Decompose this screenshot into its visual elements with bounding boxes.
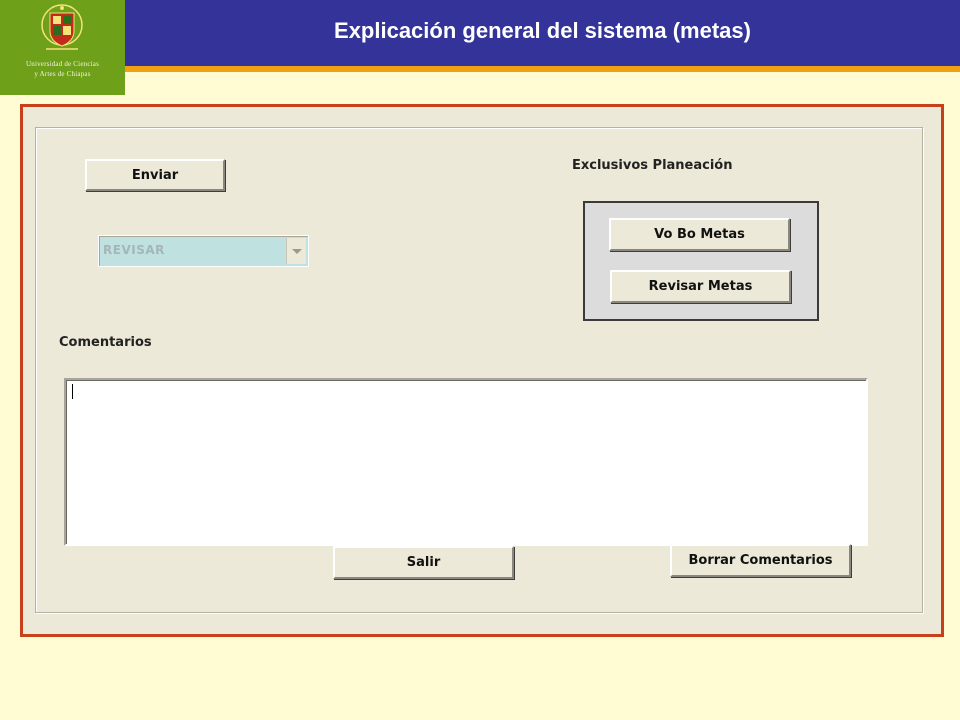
borrar-comentarios-button[interactable]: Borrar Comentarios — [670, 544, 851, 577]
page-title: Explicación general del sistema (metas) — [334, 18, 751, 43]
chevron-down-icon[interactable] — [286, 238, 306, 264]
form-window: Enviar REVISAR Exclusivos Planeación Vo … — [20, 104, 944, 637]
logo-text-line1: Universidad de Ciencias — [25, 60, 100, 68]
comentarios-label: Comentarios — [59, 335, 152, 350]
header-divider — [125, 66, 960, 72]
title-bar: Explicación general del sistema (metas) — [125, 0, 960, 66]
university-logo: Universidad de Ciencias y Artes de Chiap… — [0, 0, 125, 95]
status-select[interactable]: REVISAR — [98, 235, 309, 267]
status-select-value: REVISAR — [103, 243, 165, 257]
university-crest-icon — [41, 4, 83, 50]
enviar-button[interactable]: Enviar — [85, 159, 225, 191]
logo-text-line2: y Artes de Chiapas — [34, 70, 91, 78]
comentarios-textarea[interactable] — [64, 378, 868, 546]
vobo-metas-button[interactable]: Vo Bo Metas — [609, 218, 790, 251]
salir-button[interactable]: Salir — [333, 546, 514, 579]
form-panel: Enviar REVISAR Exclusivos Planeación Vo … — [35, 127, 923, 613]
text-caret — [72, 384, 73, 399]
planeacion-group-label: Exclusivos Planeación — [572, 158, 733, 173]
planeacion-group: Vo Bo Metas Revisar Metas — [583, 201, 819, 321]
revisar-metas-button[interactable]: Revisar Metas — [610, 270, 791, 303]
logo-text: Universidad de Ciencias y Artes de Chiap… — [0, 59, 125, 79]
